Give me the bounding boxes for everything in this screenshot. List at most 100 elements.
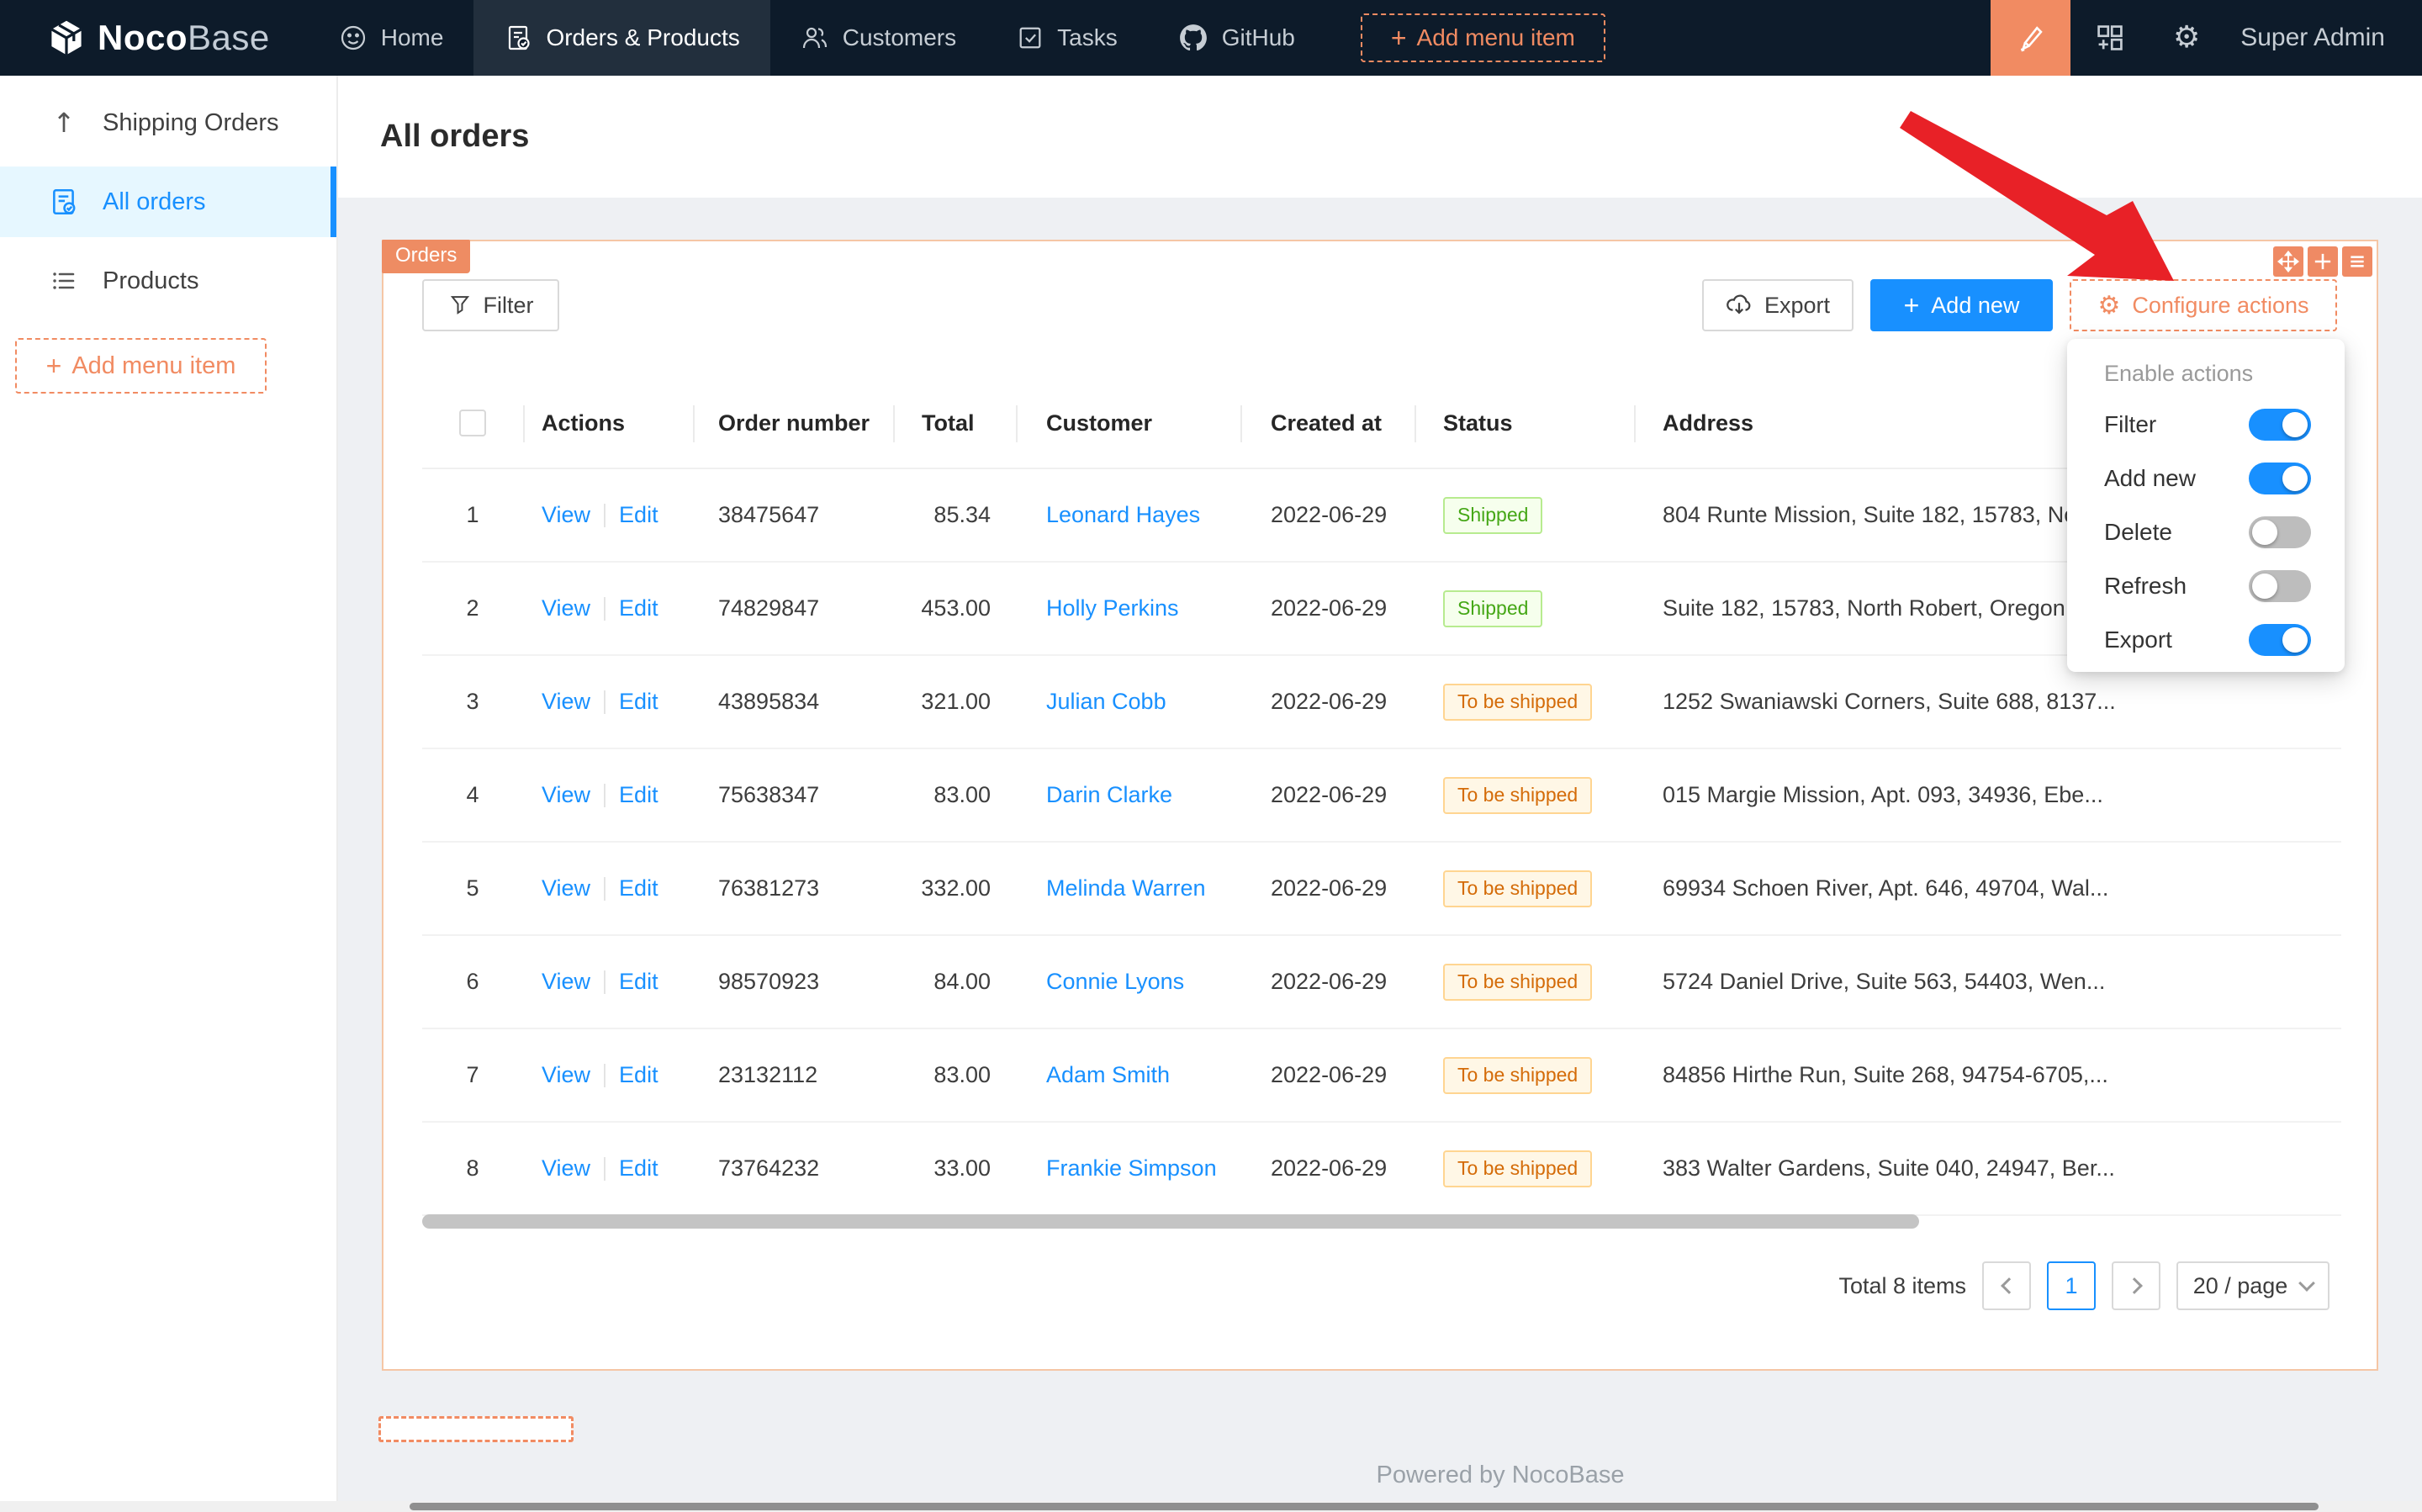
table-row: 8ViewEdit7376423233.00Frankie Simpson202…: [422, 1123, 2341, 1216]
row-actions: View Edit: [523, 969, 693, 995]
column-header-total[interactable]: Total: [893, 378, 1016, 468]
github-icon: [1178, 23, 1208, 53]
edit-link[interactable]: Edit: [619, 782, 658, 808]
edit-link[interactable]: Edit: [619, 875, 658, 901]
toolbar-right-actions: Export + Add new ⚙ Configure actions: [1702, 279, 2337, 331]
toggle-switch[interactable]: [2249, 516, 2311, 548]
orders-table: Actions Order number Total Customer Crea…: [422, 378, 2341, 1216]
add-block-button[interactable]: + Add block: [378, 1416, 574, 1442]
plugin-manager-button[interactable]: [2070, 0, 2150, 76]
customer-link[interactable]: Julian Cobb: [1046, 689, 1166, 714]
configure-actions-button[interactable]: ⚙ Configure actions: [2070, 279, 2337, 331]
customer-link[interactable]: Leonard Hayes: [1046, 502, 1200, 527]
page-size-select[interactable]: 20 / page: [2176, 1261, 2329, 1310]
dropdown-item-label: Filter: [2104, 411, 2249, 438]
select-all-checkbox[interactable]: [459, 410, 486, 436]
cell-customer: Leonard Hayes: [1016, 502, 1240, 528]
cell-created-at: 2022-06-29: [1240, 875, 1415, 901]
edit-link[interactable]: Edit: [619, 502, 658, 528]
sidebar-item-all-orders[interactable]: All orders: [0, 167, 336, 237]
view-link[interactable]: View: [542, 1155, 590, 1182]
add-new-button[interactable]: + Add new: [1870, 279, 2053, 331]
cell-customer: Darin Clarke: [1016, 782, 1240, 808]
table-toolbar: Filter Export + Add new ⚙ Configure acti…: [422, 279, 2337, 331]
toggle-knob: [2252, 520, 2277, 545]
view-link[interactable]: View: [542, 782, 590, 808]
column-header-customer[interactable]: Customer: [1016, 378, 1240, 468]
row-actions: View Edit: [523, 595, 693, 621]
cell-created-at: 2022-06-29: [1240, 595, 1415, 621]
sidebar-add-menu-item-button[interactable]: + Add menu item: [15, 338, 267, 394]
pagination-next-button[interactable]: [2112, 1261, 2160, 1310]
toggle-knob: [2252, 574, 2277, 599]
add-block-in-place-button[interactable]: [2308, 246, 2338, 277]
pagination-page-1[interactable]: 1: [2047, 1261, 2096, 1310]
customer-link[interactable]: Adam Smith: [1046, 1062, 1170, 1087]
dropdown-item-refresh[interactable]: Refresh: [2067, 559, 2345, 613]
toggle-switch[interactable]: [2249, 409, 2311, 441]
settings-button[interactable]: ⚙: [2150, 0, 2224, 76]
toggle-switch[interactable]: [2249, 463, 2311, 494]
edit-link[interactable]: Edit: [619, 969, 658, 995]
edit-link[interactable]: Edit: [619, 1062, 658, 1088]
arrow-up-icon: ↑: [49, 107, 79, 139]
edit-link[interactable]: Edit: [619, 595, 658, 621]
navbar-add-menu-item-button[interactable]: + Add menu item: [1361, 13, 1605, 62]
customer-link[interactable]: Holly Perkins: [1046, 595, 1179, 621]
column-header-order-number[interactable]: Order number: [693, 378, 893, 468]
customer-link[interactable]: Frankie Simpson: [1046, 1155, 1217, 1181]
nav-item-tasks[interactable]: Tasks: [986, 0, 1148, 76]
column-header-created-at[interactable]: Created at: [1240, 378, 1415, 468]
view-link[interactable]: View: [542, 595, 590, 621]
toggle-switch[interactable]: [2249, 570, 2311, 602]
filter-button[interactable]: Filter: [422, 279, 559, 331]
nav-item-customers[interactable]: Customers: [770, 0, 986, 76]
nav-item-home[interactable]: Home: [309, 0, 474, 76]
dropdown-item-export[interactable]: Export: [2067, 613, 2345, 667]
toggle-switch[interactable]: [2249, 624, 2311, 656]
plus-icon: +: [46, 352, 62, 379]
edit-link[interactable]: Edit: [619, 1155, 658, 1182]
ui-editor-button[interactable]: [1991, 0, 2070, 76]
customer-link[interactable]: Melinda Warren: [1046, 875, 1206, 901]
row-index: 1: [422, 502, 523, 528]
status-badge: To be shipped: [1443, 777, 1592, 814]
page-scrollbar-thumb[interactable]: [410, 1503, 2319, 1510]
status-badge: To be shipped: [1443, 1150, 1592, 1187]
navbar-right: ⚙ Super Admin: [1991, 0, 2422, 76]
nav-item-github[interactable]: GitHub: [1148, 0, 1325, 76]
row-actions: View Edit: [523, 782, 693, 808]
pagination-prev-button[interactable]: [1982, 1261, 2031, 1310]
dropdown-item-add-new[interactable]: Add new: [2067, 452, 2345, 505]
export-button[interactable]: Export: [1702, 279, 1854, 331]
cell-customer: Adam Smith: [1016, 1062, 1240, 1088]
cell-total: 84.00: [893, 969, 1016, 995]
view-link[interactable]: View: [542, 502, 590, 528]
cell-created-at: 2022-06-29: [1240, 1155, 1415, 1182]
nav-item-orders-products[interactable]: Orders & Products: [473, 0, 769, 76]
cell-order-number: 38475647: [693, 502, 893, 528]
dropdown-item-filter[interactable]: Filter: [2067, 398, 2345, 452]
view-link[interactable]: View: [542, 689, 590, 715]
plus-icon: [2312, 251, 2334, 272]
column-header-status[interactable]: Status: [1415, 378, 1634, 468]
dropdown-item-delete[interactable]: Delete: [2067, 505, 2345, 559]
sidebar-item-shipping-orders[interactable]: ↑ Shipping Orders: [0, 87, 336, 158]
sidebar-item-products[interactable]: Products: [0, 246, 336, 316]
gear-icon: ⚙: [2173, 23, 2200, 53]
edit-link[interactable]: Edit: [619, 689, 658, 715]
block-settings-button[interactable]: [2342, 246, 2372, 277]
cell-created-at: 2022-06-29: [1240, 782, 1415, 808]
view-link[interactable]: View: [542, 1062, 590, 1088]
view-link[interactable]: View: [542, 969, 590, 995]
customer-link[interactable]: Connie Lyons: [1046, 969, 1184, 994]
user-menu[interactable]: Super Admin: [2240, 24, 2385, 52]
nocobase-logo[interactable]: NocoBase: [47, 0, 270, 76]
customer-link[interactable]: Darin Clarke: [1046, 782, 1172, 807]
highlighter-icon: [2013, 21, 2047, 55]
column-header-actions[interactable]: Actions: [523, 378, 693, 468]
view-link[interactable]: View: [542, 875, 590, 901]
menu-icon: [2346, 251, 2368, 272]
drag-handle[interactable]: [2273, 246, 2303, 277]
table-horizontal-scrollbar[interactable]: [422, 1214, 1919, 1229]
